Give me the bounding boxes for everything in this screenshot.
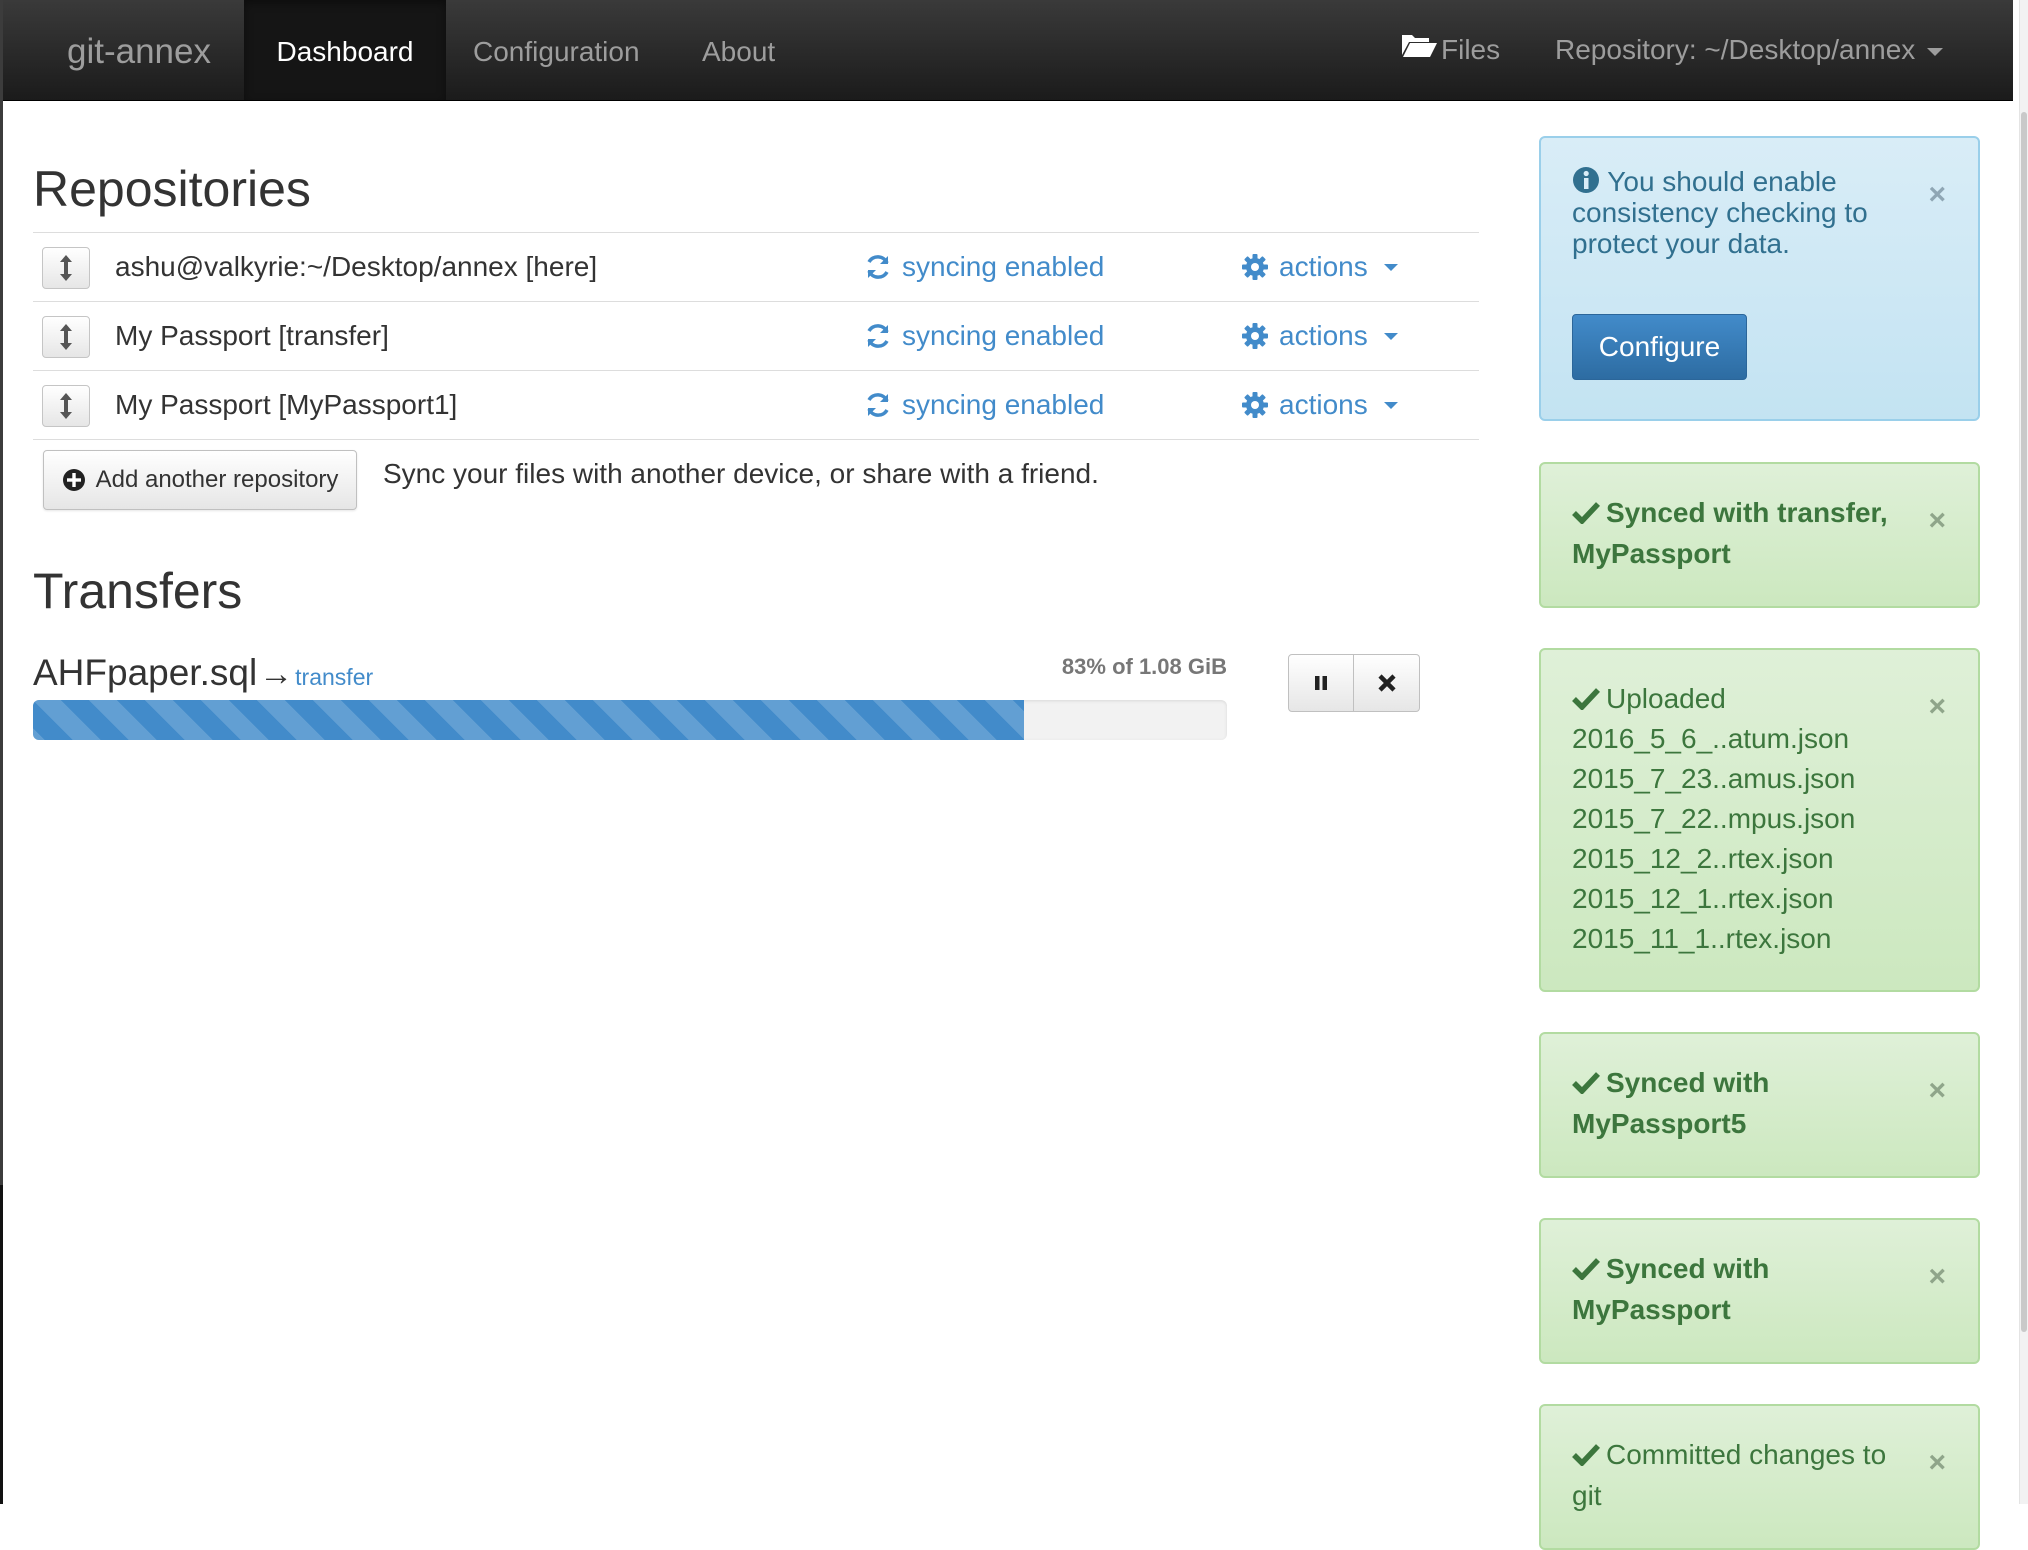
uploaded-file-list: 2016_5_6_..atum.json 2015_7_23..amus.jso… <box>1572 719 1948 959</box>
alert-uploaded: × Uploaded 2016_5_6_..atum.json 2015_7_2… <box>1539 648 1980 992</box>
folder-open-icon <box>1401 0 1437 102</box>
pause-button[interactable] <box>1288 654 1354 712</box>
nav-files[interactable]: Files <box>1401 0 1500 100</box>
transfer-progress-bar <box>33 700 1025 740</box>
chevron-down-icon <box>1383 401 1398 409</box>
close-icon[interactable]: × <box>1928 180 1946 210</box>
nav-configuration[interactable]: Configuration <box>473 0 640 100</box>
chevron-down-icon <box>1383 263 1398 271</box>
alert-message: Synced with MyPassport5 <box>1572 1067 1770 1139</box>
brand-logo[interactable]: git-annex <box>67 0 211 100</box>
refresh-icon <box>867 255 889 279</box>
transfers-heading: Transfers <box>33 563 243 619</box>
check-icon <box>1572 1072 1600 1094</box>
refresh-icon <box>867 393 889 417</box>
alert-committed: × Committed changes to git <box>1539 1404 1980 1550</box>
syncing-toggle[interactable]: syncing enabled <box>864 302 1104 370</box>
nav-files-label: Files <box>1441 34 1501 65</box>
move-vertical-icon <box>60 393 72 419</box>
close-icon[interactable]: × <box>1928 692 1946 722</box>
check-icon <box>1572 1258 1600 1280</box>
scrollbar[interactable] <box>2019 0 2028 1504</box>
chevron-down-icon <box>1383 332 1398 340</box>
add-repository-button[interactable]: Add another repository <box>43 450 357 510</box>
refresh-icon <box>867 324 889 348</box>
syncing-toggle[interactable]: syncing enabled <box>864 233 1104 301</box>
repository-dropdown[interactable]: Repository: ~/Desktop/annex <box>1555 0 1944 100</box>
repositories-heading: Repositories <box>33 161 311 217</box>
repository-name: My Passport [MyPassport1] <box>115 389 458 420</box>
window-edge-lower <box>0 1185 3 1504</box>
check-icon <box>1572 688 1600 710</box>
syncing-toggle[interactable]: syncing enabled <box>864 371 1104 439</box>
gear-icon <box>1242 323 1268 349</box>
info-icon <box>1573 167 1599 193</box>
drag-handle-button[interactable] <box>42 385 90 427</box>
actions-dropdown[interactable]: actions <box>1241 371 1398 439</box>
repository-name: My Passport [transfer] <box>115 320 389 351</box>
add-repository-label: Add another repository <box>95 466 339 493</box>
close-icon[interactable]: × <box>1928 506 1946 536</box>
transfer-filename: AHFpaper.sql <box>33 652 258 693</box>
actions-label: actions <box>1279 389 1368 420</box>
transfer-status: 83% of 1.08 GiB <box>1061 654 1227 679</box>
list-item: 2015_12_2..rtex.json <box>1572 843 1834 874</box>
close-icon[interactable]: × <box>1928 1076 1946 1106</box>
list-item: 2015_7_22..mpus.json <box>1572 803 1856 834</box>
alert-message: Synced with transfer, MyPassport <box>1572 497 1888 569</box>
list-item: 2015_11_1..rtex.json <box>1572 923 1832 954</box>
add-repository-description: Sync your files with another device, or … <box>383 458 1099 489</box>
alert-synced: × Synced with MyPassport <box>1539 1218 1980 1364</box>
right-arrow-icon: → <box>259 655 294 693</box>
repository-name: ashu@valkyrie:~/Desktop/annex [here] <box>115 251 598 282</box>
chevron-down-icon <box>1927 48 1944 56</box>
syncing-label: syncing enabled <box>902 389 1105 420</box>
repository-row: My Passport [transfer] syncing enabled a… <box>33 301 1479 370</box>
repository-label: Repository: ~/Desktop/annex <box>1555 34 1916 65</box>
drag-handle-button[interactable] <box>42 316 90 358</box>
check-icon <box>1572 502 1600 524</box>
transfer-controls <box>1288 654 1420 712</box>
configure-button[interactable]: Configure <box>1572 314 1747 380</box>
alert-message: Uploaded <box>1572 678 1948 719</box>
alert-message: Synced with MyPassport <box>1572 1253 1770 1325</box>
alert-synced: × Synced with MyPassport5 <box>1539 1032 1980 1178</box>
actions-dropdown[interactable]: actions <box>1241 233 1398 301</box>
alert-message: You should enable consistency checking t… <box>1572 166 1868 259</box>
move-vertical-icon <box>60 324 72 350</box>
list-item: 2016_5_6_..atum.json <box>1572 723 1850 754</box>
window-edge <box>0 0 3 1185</box>
gear-icon <box>1242 392 1268 418</box>
move-vertical-icon <box>60 255 72 281</box>
repository-row: ashu@valkyrie:~/Desktop/annex [here] syn… <box>33 232 1479 301</box>
list-item: 2015_12_1..rtex.json <box>1572 883 1834 914</box>
plus-circle-icon <box>62 469 85 491</box>
list-item: 2015_7_23..amus.json <box>1572 763 1856 794</box>
navbar: git-annex Dashboard Configuration About … <box>3 0 2013 101</box>
alert-consistency-check: × You should enable consistency checking… <box>1539 136 1980 421</box>
actions-label: actions <box>1279 320 1368 351</box>
syncing-label: syncing enabled <box>902 251 1105 282</box>
repository-row: My Passport [MyPassport1] syncing enable… <box>33 370 1479 440</box>
nav-about[interactable]: About <box>702 0 775 100</box>
transfer-item: AHFpaper.sql → transfer <box>33 652 373 694</box>
close-icon <box>1377 674 1396 692</box>
close-icon[interactable]: × <box>1928 1448 1946 1478</box>
pause-icon <box>1315 676 1327 690</box>
check-icon <box>1572 1444 1600 1466</box>
close-icon[interactable]: × <box>1928 1262 1946 1292</box>
nav-dashboard[interactable]: Dashboard <box>244 0 446 100</box>
syncing-label: syncing enabled <box>902 320 1105 351</box>
transfer-destination-link[interactable]: transfer <box>295 664 373 691</box>
actions-dropdown[interactable]: actions <box>1241 302 1398 370</box>
alert-synced: × Synced with transfer, MyPassport <box>1539 462 1980 608</box>
repositories-table: ashu@valkyrie:~/Desktop/annex [here] syn… <box>33 232 1479 440</box>
actions-label: actions <box>1279 251 1368 282</box>
transfer-progress <box>33 700 1227 740</box>
gear-icon <box>1242 254 1268 280</box>
drag-handle-button[interactable] <box>42 247 90 289</box>
scrollbar-thumb[interactable] <box>2021 112 2027 1332</box>
cancel-transfer-button[interactable] <box>1354 654 1420 712</box>
